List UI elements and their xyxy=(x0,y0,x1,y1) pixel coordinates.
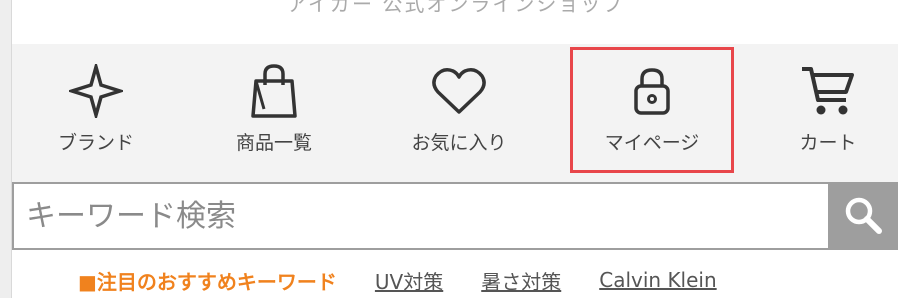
nav-item-cart[interactable]: カート xyxy=(778,62,878,172)
left-edge-panel xyxy=(0,0,12,298)
nav-item-label: お気に入り xyxy=(411,132,507,154)
nav-item-mypage[interactable]: マイページ xyxy=(570,47,734,173)
keyword-link[interactable]: 暑さ対策 xyxy=(481,266,561,295)
nav-item-label: 商品一覧 xyxy=(235,132,312,154)
keyword-link[interactable]: Calvin Klein xyxy=(599,268,716,292)
keywords-title: ■注目のおすすめキーワード xyxy=(78,269,337,294)
keyword-link[interactable]: UV対策 xyxy=(375,266,443,295)
heart-icon xyxy=(431,62,487,120)
nav-item-label: ブランド xyxy=(57,132,134,154)
lock-icon xyxy=(632,62,672,120)
recommended-keywords: ■注目のおすすめキーワード UV対策 暑さ対策 Calvin Klein xyxy=(12,262,898,298)
nav-item-favorites[interactable]: お気に入り xyxy=(394,62,524,172)
top-banner: アイガー 公式オンラインショップ xyxy=(12,0,898,44)
banner-text: アイガー 公式オンラインショップ xyxy=(287,0,625,16)
star-icon xyxy=(69,62,123,120)
search-button[interactable] xyxy=(828,182,898,250)
search-input[interactable] xyxy=(12,182,828,250)
shopping-bag-icon xyxy=(250,62,298,120)
cart-icon xyxy=(800,62,856,120)
nav-item-products[interactable]: 商品一覧 xyxy=(219,62,329,172)
header-nav: ブランド 商品一覧 お気に入り マイページ カート xyxy=(12,44,898,182)
nav-item-label: マイページ xyxy=(604,132,700,154)
nav-item-brand[interactable]: ブランド xyxy=(48,62,144,172)
nav-item-label: カート xyxy=(799,132,857,154)
search-bar xyxy=(12,182,898,250)
search-icon xyxy=(843,195,883,238)
